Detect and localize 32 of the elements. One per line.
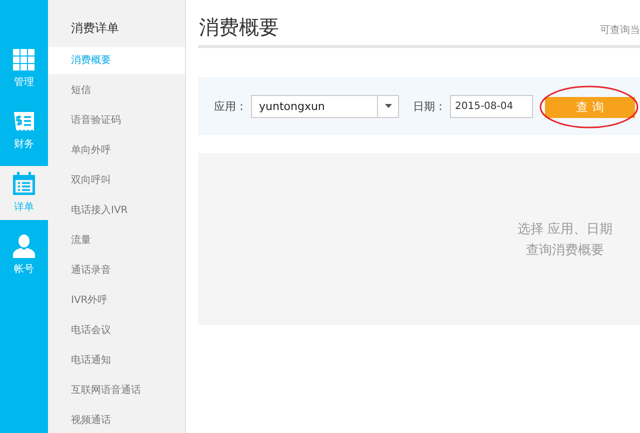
page-title: 消费概要 — [199, 14, 279, 41]
sidebar-item[interactable]: 流量 — [48, 227, 185, 257]
user-icon — [13, 234, 35, 258]
app-label: 应用： — [214, 98, 247, 114]
rail-item[interactable]: 详单 — [0, 166, 48, 220]
app-select[interactable]: yuntongxun — [251, 94, 399, 118]
sidebar-item[interactable]: 双向呼叫 — [48, 167, 185, 197]
sidebar-title: 消费详单 — [70, 20, 120, 37]
sidebar-item[interactable]: 视频通话 — [48, 407, 185, 433]
sidebar-item[interactable]: 互联网语音通话 — [48, 377, 185, 407]
rail-item[interactable]: 帐号 — [0, 228, 48, 282]
rail-item[interactable]: 财务 — [0, 104, 48, 158]
date-field[interactable]: 2015-08-04 — [450, 94, 533, 118]
calendar-icon — [12, 172, 36, 196]
caret-icon — [384, 104, 392, 108]
sidebar-item[interactable]: 通话录音 — [48, 257, 185, 287]
sidebar-item[interactable]: IVR外呼 — [48, 287, 185, 317]
sidebar-item[interactable]: 电话接入IVR — [48, 197, 185, 227]
note-text: 可查询当 — [600, 24, 640, 37]
rail-item[interactable]: 管理 — [0, 42, 48, 96]
empty-message: 选择 应用、日期 — [516, 220, 614, 238]
sidebar-item[interactable]: 电话会议 — [48, 317, 185, 347]
sidebar-item[interactable]: 语音验证码 — [48, 107, 185, 137]
bill-icon — [13, 111, 35, 133]
sidebar-item[interactable]: 电话通知 — [48, 347, 185, 377]
query-button[interactable]: 查 询 — [545, 96, 635, 118]
date-label: 日期： — [413, 98, 446, 114]
sidebar-item[interactable]: 消费概要 — [48, 47, 185, 74]
empty-message: 查询消费概要 — [525, 242, 605, 258]
sidebar-item[interactable]: 短信 — [48, 77, 185, 107]
sidebar-item[interactable]: 单向外呼 — [48, 137, 185, 167]
grid-icon — [13, 49, 35, 71]
